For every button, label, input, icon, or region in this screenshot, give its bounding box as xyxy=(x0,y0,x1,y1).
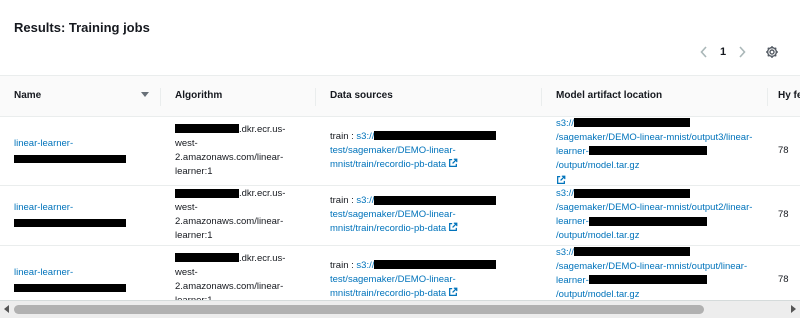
redacted-text xyxy=(588,216,707,226)
algorithm-cell: .dkr.ecr.us-west-2.amazonaws.com/linear-… xyxy=(161,185,316,246)
algorithm-cell: .dkr.ecr.us-west-2.amazonaws.com/linear-… xyxy=(161,245,316,300)
external-link-icon[interactable] xyxy=(556,175,566,185)
external-link-icon[interactable] xyxy=(448,158,458,168)
redacted-text xyxy=(588,275,707,285)
redacted-text xyxy=(175,253,239,263)
horizontal-scrollbar[interactable] xyxy=(0,300,800,318)
table-row: linear-learner- .dkr.ecr.us-west-2.amazo… xyxy=(0,185,800,246)
column-header-algorithm[interactable]: Algorithm xyxy=(161,76,316,117)
data-sources-cell: train : s3://test/sagemaker/DEMO-linear-… xyxy=(316,245,542,300)
prev-page-button[interactable] xyxy=(694,43,714,61)
job-name-link[interactable]: linear-learner- xyxy=(14,267,73,278)
training-jobs-table: Name Algorithm Data sources Model artifa… xyxy=(0,75,800,300)
redacted-text xyxy=(588,146,707,156)
data-sources-cell: train : s3://test/sagemaker/DEMO-linear-… xyxy=(316,185,542,246)
model-artifact-cell: s3:///sagemaker/DEMO-linear-mnist/output… xyxy=(542,245,768,300)
table-row: linear-learner- .dkr.ecr.us-west-2.amazo… xyxy=(0,245,800,300)
next-page-button[interactable] xyxy=(732,43,752,61)
sort-descending-icon[interactable] xyxy=(141,92,149,97)
scrollbar-thumb[interactable] xyxy=(14,305,704,314)
algorithm-cell: .dkr.ecr.us-west-2.amazonaws.com/linear-… xyxy=(161,116,316,186)
redacted-text xyxy=(175,188,239,198)
model-artifact-cell: s3:///sagemaker/DEMO-linear-mnist/output… xyxy=(542,116,768,186)
pagination: 1 xyxy=(694,43,752,61)
redacted-text xyxy=(14,283,126,292)
redacted-text xyxy=(14,154,126,163)
redacted-text xyxy=(14,219,126,228)
redacted-text xyxy=(175,124,239,134)
scroll-left-arrow-icon[interactable] xyxy=(4,305,9,313)
panel-header: Results: Training jobs 1 xyxy=(0,0,800,76)
model-artifact-link[interactable]: s3:///sagemaker/DEMO-linear-mnist/output… xyxy=(556,247,747,300)
job-name-cell: linear-learner- xyxy=(0,245,161,300)
redacted-text xyxy=(573,247,690,257)
column-header-data-sources[interactable]: Data sources xyxy=(316,76,542,117)
job-name-cell: linear-learner- xyxy=(0,116,161,186)
redacted-text xyxy=(573,118,690,128)
external-link-icon[interactable] xyxy=(448,287,458,297)
table-header-row: Name Algorithm Data sources Model artifa… xyxy=(0,76,800,117)
data-sources-cell: train : s3://test/sagemaker/DEMO-linear-… xyxy=(316,116,542,186)
model-artifact-link[interactable]: s3:///sagemaker/DEMO-linear-mnist/output… xyxy=(556,188,752,241)
hyperparameters-cell: 78 xyxy=(768,185,800,246)
redacted-text xyxy=(374,260,497,270)
chevron-left-icon xyxy=(700,46,707,58)
redacted-text xyxy=(573,188,690,198)
table-row: linear-learner- .dkr.ecr.us-west-2.amazo… xyxy=(0,116,800,186)
job-name-link[interactable]: linear-learner- xyxy=(14,202,73,213)
panel-title: Results: Training jobs xyxy=(14,20,150,35)
model-artifact-link[interactable]: s3:///sagemaker/DEMO-linear-mnist/output… xyxy=(556,118,752,171)
column-header-model-artifact[interactable]: Model artifact location xyxy=(542,76,768,117)
hyperparameters-cell: 78 xyxy=(768,245,800,300)
redacted-text xyxy=(374,131,497,141)
scroll-right-arrow-icon[interactable] xyxy=(791,305,796,313)
data-source-label: train : xyxy=(330,195,357,206)
data-source-label: train : xyxy=(330,259,357,271)
hyperparameters-cell: 78 xyxy=(768,116,800,186)
chevron-right-icon xyxy=(739,46,746,58)
gear-icon[interactable] xyxy=(765,45,779,59)
column-header-hyperparameters[interactable]: Hy fe xyxy=(768,76,800,117)
model-artifact-cell: s3:///sagemaker/DEMO-linear-mnist/output… xyxy=(542,185,768,246)
training-jobs-panel: Results: Training jobs 1 Name Algorithm … xyxy=(0,0,800,318)
external-link-icon[interactable] xyxy=(448,222,458,232)
redacted-text xyxy=(374,195,497,205)
data-source-label: train : xyxy=(330,130,357,142)
column-header-name[interactable]: Name xyxy=(0,76,161,117)
job-name-link[interactable]: linear-learner- xyxy=(14,138,73,149)
current-page-number[interactable]: 1 xyxy=(714,46,732,58)
job-name-cell: linear-learner- xyxy=(0,185,161,246)
